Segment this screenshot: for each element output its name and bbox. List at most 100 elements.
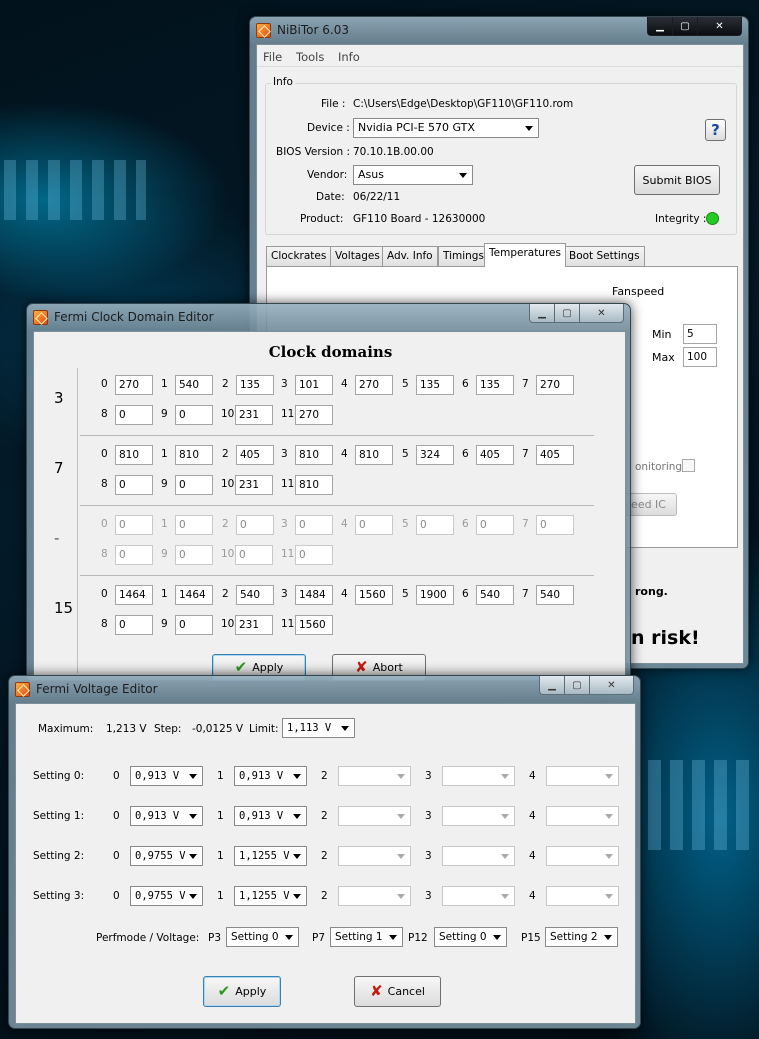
clock-domain-input[interactable]: 405	[476, 445, 514, 465]
tab-boot-settings[interactable]: Boot Settings	[564, 246, 645, 266]
clock-domain-input[interactable]: 324	[416, 445, 454, 465]
tab-voltages[interactable]: Voltages	[330, 246, 385, 266]
clock-domain-input[interactable]: 270	[295, 405, 333, 425]
clock-domain-input[interactable]: 0	[175, 545, 213, 565]
monitoring-checkbox[interactable]	[682, 459, 695, 472]
voltage-select[interactable]	[338, 806, 411, 826]
clock-domain-input[interactable]: 540	[175, 375, 213, 395]
clock-domain-input[interactable]: 0	[115, 615, 153, 635]
clock-domain-input[interactable]: 0	[175, 475, 213, 495]
voltage-select[interactable]	[442, 806, 515, 826]
voltage-select[interactable]	[546, 846, 619, 866]
voltage-select[interactable]	[442, 766, 515, 786]
help-button[interactable]: ?	[705, 119, 726, 141]
clock-domain-input[interactable]: 0	[476, 515, 514, 535]
minimize-icon[interactable]: ▁	[539, 676, 565, 695]
maximize-icon[interactable]: ▢	[565, 676, 590, 695]
voltage-select[interactable]: 0,913 V	[234, 766, 307, 786]
voltage-editor-titlebar[interactable]: Fermi Voltage Editor ▁ ▢ ✕	[9, 676, 640, 702]
perfmode-select[interactable]: Setting 0	[226, 927, 299, 947]
voltage-select[interactable]	[442, 846, 515, 866]
tab-temperatures[interactable]: Temperatures	[484, 243, 566, 267]
clock-domain-input[interactable]: 135	[416, 375, 454, 395]
voltage-select[interactable]: 1,1255 V	[234, 886, 307, 906]
clock-domain-input[interactable]: 0	[295, 515, 333, 535]
minimize-icon[interactable]: ▁	[647, 17, 673, 36]
clock-domain-input[interactable]: 270	[115, 375, 153, 395]
clock-domain-input[interactable]: 0	[115, 545, 153, 565]
clock-domain-input[interactable]: 231	[235, 475, 273, 495]
clock-domain-input[interactable]: 101	[295, 375, 333, 395]
clock-domain-input[interactable]: 0	[175, 515, 213, 535]
tab-clockrates[interactable]: Clockrates	[266, 246, 332, 266]
clock-domain-input[interactable]: 0	[175, 405, 213, 425]
clock-domain-input[interactable]: 270	[536, 375, 574, 395]
clock-domain-input[interactable]: 0	[115, 405, 153, 425]
clock-domain-input[interactable]: 1900	[416, 585, 454, 605]
fan-min-input[interactable]: 5	[683, 324, 717, 344]
voltage-select[interactable]	[546, 806, 619, 826]
clock-domain-input[interactable]: 270	[355, 375, 393, 395]
tab-adv-info[interactable]: Adv. Info	[382, 246, 438, 266]
clock-domain-input[interactable]: 1560	[355, 585, 393, 605]
clock-domain-input[interactable]: 0	[536, 515, 574, 535]
menu-tools[interactable]: Tools	[296, 50, 324, 64]
clock-editor-titlebar[interactable]: Fermi Clock Domain Editor ▁ ▢ ✕	[27, 304, 630, 330]
clock-domain-input[interactable]: 810	[175, 445, 213, 465]
clock-domain-input[interactable]: 1464	[175, 585, 213, 605]
clock-domain-input[interactable]: 135	[236, 375, 274, 395]
voltage-select[interactable]: 1,1255 V	[234, 846, 307, 866]
voltage-select[interactable]	[546, 886, 619, 906]
device-select[interactable]: Nvidia PCI-E 570 GTX	[353, 118, 539, 138]
perfmode-select[interactable]: Setting 0	[434, 927, 507, 947]
apply-button[interactable]: ✔ Apply	[203, 976, 281, 1007]
clock-domain-input[interactable]: 540	[536, 585, 574, 605]
maximize-icon[interactable]: ▢	[555, 304, 580, 323]
voltage-select[interactable]: 0,9755 V	[130, 886, 203, 906]
clock-domain-input[interactable]: 405	[236, 445, 274, 465]
voltage-select[interactable]	[338, 766, 411, 786]
voltage-select[interactable]: 0,913 V	[130, 806, 203, 826]
vendor-select[interactable]: Asus	[353, 165, 473, 185]
maximize-icon[interactable]: ▢	[673, 17, 698, 36]
minimize-icon[interactable]: ▁	[529, 304, 555, 323]
tab-timings[interactable]: Timings	[438, 246, 489, 266]
clock-domain-input[interactable]: 231	[235, 405, 273, 425]
voltage-select[interactable]: 0,9755 V	[130, 846, 203, 866]
voltage-select[interactable]: 0,913 V	[130, 766, 203, 786]
clock-domain-input[interactable]: 1464	[115, 585, 153, 605]
clock-domain-input[interactable]: 810	[355, 445, 393, 465]
voltage-select[interactable]	[442, 886, 515, 906]
perfmode-select[interactable]: Setting 1	[330, 927, 403, 947]
clock-domain-input[interactable]: 0	[416, 515, 454, 535]
clock-domain-input[interactable]: 1560	[295, 615, 333, 635]
close-icon[interactable]: ✕	[580, 304, 624, 323]
clock-domain-input[interactable]: 0	[115, 515, 153, 535]
clock-domain-input[interactable]: 810	[295, 445, 333, 465]
clock-domain-input[interactable]: 810	[115, 445, 153, 465]
clock-domain-input[interactable]: 0	[235, 545, 273, 565]
voltage-select[interactable]: 0,913 V	[234, 806, 307, 826]
cancel-button[interactable]: ✘ Cancel	[354, 976, 441, 1007]
clock-domain-input[interactable]: 0	[115, 475, 153, 495]
nibitor-titlebar[interactable]: NiBiTor 6.03 ▁ ▢ ✕	[250, 17, 748, 43]
clock-domain-input[interactable]: 231	[235, 615, 273, 635]
clock-domain-input[interactable]: 540	[236, 585, 274, 605]
clock-domain-input[interactable]: 0	[355, 515, 393, 535]
clock-domain-input[interactable]: 0	[236, 515, 274, 535]
clock-domain-input[interactable]: 0	[175, 615, 213, 635]
menu-file[interactable]: File	[263, 50, 282, 64]
clock-domain-input[interactable]: 540	[476, 585, 514, 605]
voltage-select[interactable]	[338, 886, 411, 906]
clock-domain-input[interactable]: 405	[536, 445, 574, 465]
clock-domain-input[interactable]: 0	[295, 545, 333, 565]
limit-select[interactable]: 1,113 V	[282, 718, 355, 738]
menu-info[interactable]: Info	[338, 50, 360, 64]
voltage-select[interactable]	[546, 766, 619, 786]
close-icon[interactable]: ✕	[590, 676, 634, 695]
clock-domain-input[interactable]: 1484	[295, 585, 333, 605]
perfmode-select[interactable]: Setting 2	[545, 927, 618, 947]
voltage-select[interactable]	[338, 846, 411, 866]
fan-max-input[interactable]: 100	[683, 347, 717, 367]
submit-bios-button[interactable]: Submit BIOS	[634, 165, 720, 195]
